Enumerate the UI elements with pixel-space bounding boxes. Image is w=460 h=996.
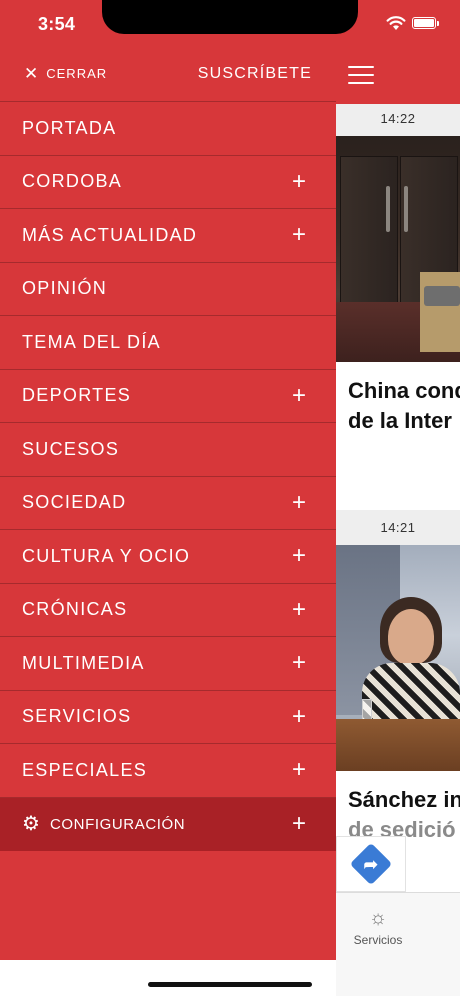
close-icon: ✕: [24, 63, 39, 83]
article-card[interactable]: China cond de la Inter: [336, 136, 460, 510]
menu-item-servicios[interactable]: SERVICIOS +: [0, 691, 336, 744]
plus-icon[interactable]: +: [292, 812, 306, 836]
gear-icon: ⚙: [22, 813, 40, 836]
menu-item-sociedad[interactable]: SOCIEDAD +: [0, 477, 336, 530]
article-title: China cond: [348, 378, 460, 403]
battery-fill: [414, 19, 434, 27]
menu-item-cordoba[interactable]: CORDOBA +: [0, 156, 336, 209]
menu-item-label: MÁS ACTUALIDAD: [22, 224, 198, 245]
menu-item-label: DEPORTES: [22, 385, 132, 406]
sun-icon: ☼: [368, 907, 388, 929]
menu-item-especiales[interactable]: ESPECIALES +: [0, 744, 336, 798]
article-time: 14:22: [380, 111, 416, 126]
menu-item-configuracion[interactable]: ⚙ CONFIGURACIÓN +: [0, 797, 336, 851]
menu-item-label: CORDOBA: [22, 171, 123, 192]
notch: [102, 0, 358, 34]
article-title: de la Inter: [348, 408, 452, 433]
menu-item-cultura-y-ocio[interactable]: CULTURA Y OCIO +: [0, 530, 336, 584]
menu-item-label: CULTURA Y OCIO: [22, 545, 191, 566]
section-menu: PORTADA CORDOBA + MÁS ACTUALIDAD + OPINI…: [0, 102, 336, 851]
plus-icon[interactable]: +: [292, 651, 306, 675]
close-label: CERRAR: [46, 66, 108, 81]
menu-item-label: CRÓNICAS: [22, 599, 128, 620]
directions-icon: ➦: [349, 842, 393, 886]
menu-item-label: SUCESOS: [22, 438, 120, 459]
menu-item-multimedia[interactable]: MULTIMEDIA +: [0, 637, 336, 691]
menu-item-cronicas[interactable]: CRÓNICAS +: [0, 584, 336, 637]
menu-item-portada[interactable]: PORTADA: [0, 102, 336, 156]
menu-item-label: MULTIMEDIA: [22, 652, 145, 673]
tab-label: Servicios: [353, 933, 403, 947]
plus-icon[interactable]: +: [292, 490, 306, 515]
plus-icon[interactable]: +: [292, 544, 306, 568]
status-bar: 3:54: [0, 0, 460, 44]
article-time: 14:21: [380, 520, 416, 535]
menu-item-mas-actualidad[interactable]: MÁS ACTUALIDAD +: [0, 209, 336, 263]
article-title: Sánchez in: [348, 787, 460, 812]
plus-icon[interactable]: +: [292, 704, 306, 729]
hamburger-menu-icon[interactable]: [348, 66, 374, 84]
close-button[interactable]: ✕ CERRAR: [24, 63, 108, 83]
menu-item-label: ESPECIALES: [22, 759, 148, 780]
menu-item-opinion[interactable]: OPINIÓN: [0, 263, 336, 316]
menu-item-label: OPINIÓN: [22, 278, 108, 299]
drawer-header: ✕ CERRAR SUSCRÍBETE: [0, 44, 336, 102]
menu-item-sucesos[interactable]: SUCESOS: [0, 423, 336, 477]
plus-icon[interactable]: +: [292, 169, 306, 194]
side-drawer: ✕ CERRAR SUSCRÍBETE PORTADA CORDOBA + MÁ…: [0, 0, 336, 960]
menu-item-label: SOCIEDAD: [22, 492, 127, 513]
menu-item-tema-del-dia[interactable]: TEMA DEL DÍA: [0, 316, 336, 370]
home-indicator[interactable]: [148, 982, 312, 987]
plus-icon[interactable]: +: [292, 383, 306, 408]
plus-icon[interactable]: +: [292, 223, 306, 247]
wifi-icon: [386, 16, 406, 30]
menu-item-label: PORTADA: [22, 117, 117, 138]
plus-icon[interactable]: +: [292, 597, 306, 622]
menu-item-label: TEMA DEL DÍA: [22, 331, 161, 352]
menu-item-deportes[interactable]: DEPORTES +: [0, 370, 336, 423]
article-image: [336, 545, 460, 771]
tab-bar: ☼ Servicios: [336, 892, 460, 996]
status-time: 3:54: [38, 14, 76, 34]
battery-icon: [412, 17, 436, 29]
directions-button[interactable]: ➦: [336, 836, 406, 892]
menu-item-label: SERVICIOS: [22, 706, 132, 727]
screen: 14:22 China cond de la Inter 14:21 Sánch…: [0, 0, 460, 996]
news-feed-background: 14:22 China cond de la Inter 14:21 Sánch…: [336, 0, 460, 996]
subscribe-button[interactable]: SUSCRÍBETE: [198, 65, 312, 83]
tab-servicios[interactable]: ☼ Servicios: [336, 907, 420, 947]
battery-cap: [437, 21, 439, 26]
plus-icon[interactable]: +: [292, 758, 306, 782]
config-label: CONFIGURACIÓN: [49, 815, 186, 833]
article-image: [336, 136, 460, 362]
